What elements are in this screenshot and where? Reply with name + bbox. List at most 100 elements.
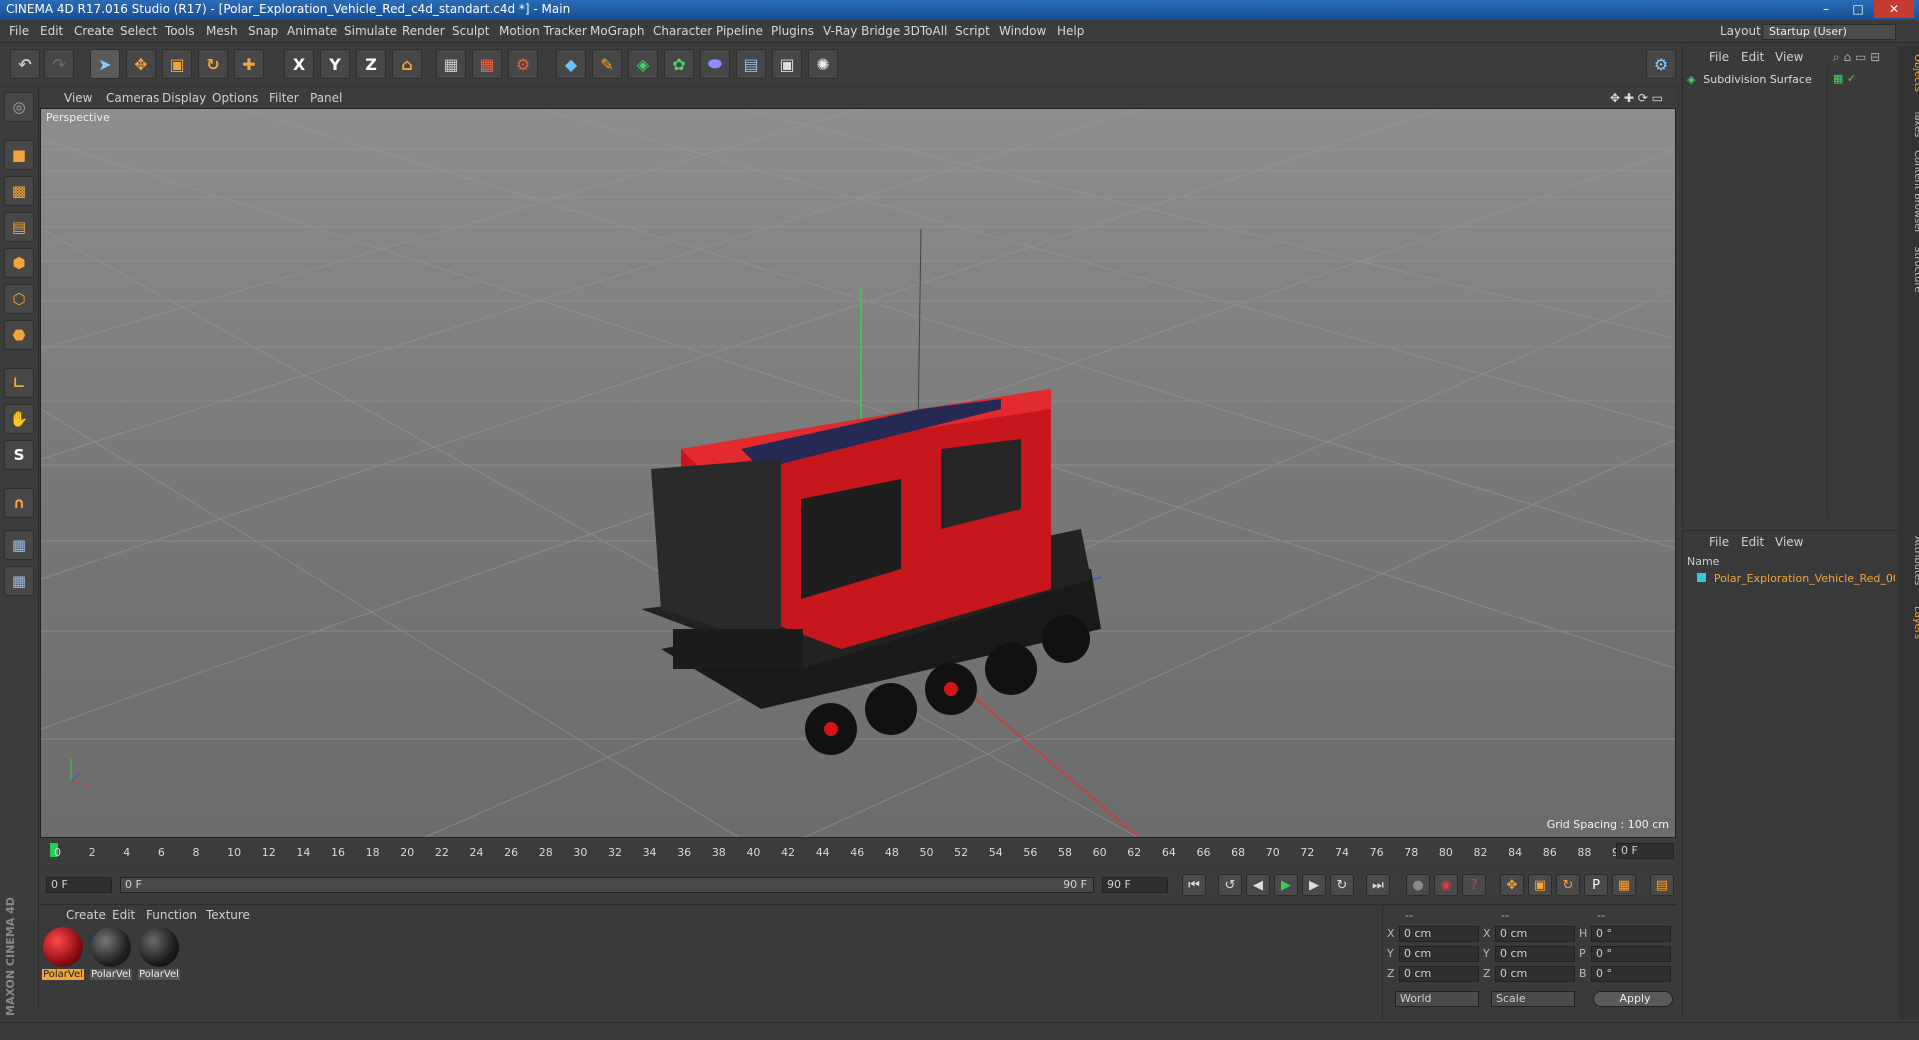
tab-content-browser[interactable]: Content Browser bbox=[1902, 150, 1919, 233]
key-pla-icon[interactable]: ▦ bbox=[1612, 874, 1636, 896]
menu-render[interactable]: Render bbox=[402, 24, 445, 38]
menu-simulate[interactable]: Simulate bbox=[344, 24, 397, 38]
subdivision-icon[interactable]: ◈ bbox=[628, 49, 658, 79]
play-icon[interactable]: ▶ bbox=[1274, 874, 1298, 896]
end-frame-field[interactable]: 90 F bbox=[1102, 877, 1168, 893]
model-mode-icon[interactable]: ■ bbox=[4, 140, 34, 170]
menu-vray-bridge[interactable]: V-Ray Bridge bbox=[823, 24, 900, 38]
axis-z-button[interactable]: Z bbox=[356, 49, 386, 79]
rotate-icon[interactable]: ↻ bbox=[198, 49, 228, 79]
polygons-mode-icon[interactable]: ⬣ bbox=[4, 320, 34, 350]
size-mode-select[interactable]: Scale bbox=[1491, 991, 1575, 1007]
viewport-camera-label[interactable]: Perspective bbox=[46, 111, 110, 124]
key-parameter-icon[interactable]: P bbox=[1584, 874, 1608, 896]
undo-icon[interactable]: ↶ bbox=[10, 49, 40, 79]
snap-icon[interactable]: S bbox=[4, 440, 34, 470]
next-frame-icon[interactable]: ▶ bbox=[1302, 874, 1326, 896]
render-view-icon[interactable]: ▦ bbox=[436, 49, 466, 79]
scale-icon[interactable]: ▣ bbox=[162, 49, 192, 79]
key-position-icon[interactable]: ✥ bbox=[1500, 874, 1524, 896]
size-x-field[interactable]: 0 cm bbox=[1495, 926, 1575, 942]
points-mode-icon[interactable]: ⬢ bbox=[4, 248, 34, 278]
material-swatch-3[interactable]: PolarVel bbox=[138, 927, 180, 980]
material-menu-texture[interactable]: Texture bbox=[206, 908, 250, 922]
objects-menu-view[interactable]: View bbox=[1775, 50, 1803, 64]
axis-mode-icon[interactable]: ∟ bbox=[4, 368, 34, 398]
menu-character[interactable]: Character bbox=[653, 24, 712, 38]
minimize-button[interactable]: – bbox=[1810, 0, 1842, 18]
camera-icon[interactable]: ▣ bbox=[772, 49, 802, 79]
viewport-menu-options[interactable]: Options bbox=[212, 91, 258, 105]
keyframe-selection-icon[interactable]: ? bbox=[1462, 874, 1486, 896]
menu-edit[interactable]: Edit bbox=[40, 24, 63, 38]
current-frame-field[interactable]: 0 F bbox=[1616, 843, 1674, 859]
position-y-field[interactable]: 0 cm bbox=[1399, 946, 1479, 962]
material-swatch-1[interactable]: PolarVel bbox=[42, 927, 84, 980]
key-scale-icon[interactable]: ▣ bbox=[1528, 874, 1552, 896]
coordinate-system-icon[interactable]: ⌂ bbox=[392, 49, 422, 79]
rotation-h-field[interactable]: 0 ° bbox=[1591, 926, 1671, 942]
python-icon[interactable]: ⚙ bbox=[1646, 49, 1676, 79]
magnet-icon[interactable]: ∩ bbox=[4, 488, 34, 518]
go-to-start-icon[interactable]: ⏮ bbox=[1182, 874, 1206, 896]
menu-3dtoall[interactable]: 3DToAll bbox=[903, 24, 947, 38]
timeline-ruler[interactable]: 0 2 4 6 8 10 12 14 16 18 20 22 24 26 28 30 32 34 36 38 40 42 4… bbox=[40, 838, 1676, 864]
position-x-field[interactable]: 0 cm bbox=[1399, 926, 1479, 942]
axis-x-button[interactable]: X bbox=[284, 49, 314, 79]
next-key-icon[interactable]: ↻ bbox=[1330, 874, 1354, 896]
menu-motion-tracker[interactable]: Motion Tracker bbox=[499, 24, 587, 38]
layer-row[interactable]: Polar_Exploration_Vehicle_Red_00 bbox=[1697, 571, 1895, 587]
move-icon[interactable]: ✥ bbox=[126, 49, 156, 79]
render-settings-icon[interactable]: ⚙ bbox=[508, 49, 538, 79]
menu-pipeline[interactable]: Pipeline bbox=[716, 24, 763, 38]
viewport-nav-icons[interactable]: ✥ ✚ ⟳ ▭ bbox=[1610, 91, 1663, 105]
autokey-icon[interactable]: ◉ bbox=[1434, 874, 1458, 896]
edges-mode-icon[interactable]: ⬡ bbox=[4, 284, 34, 314]
viewport-menu-filter[interactable]: Filter bbox=[269, 91, 299, 105]
objects-menu-edit[interactable]: Edit bbox=[1741, 50, 1764, 64]
viewport-menu-panel[interactable]: Panel bbox=[310, 91, 342, 105]
material-swatch-2[interactable]: PolarVel bbox=[90, 927, 132, 980]
viewport-menu-cameras[interactable]: Cameras bbox=[106, 91, 159, 105]
coordinate-space-select[interactable]: World bbox=[1395, 991, 1479, 1007]
viewport-menu-display[interactable]: Display bbox=[162, 91, 206, 105]
menu-plugins[interactable]: Plugins bbox=[771, 24, 814, 38]
position-z-field[interactable]: 0 cm bbox=[1399, 966, 1479, 982]
menu-tools[interactable]: Tools bbox=[165, 24, 195, 38]
menu-help[interactable]: Help bbox=[1057, 24, 1084, 38]
planar-workplane-icon[interactable]: ▦ bbox=[4, 566, 34, 596]
layers-menu-view[interactable]: View bbox=[1775, 535, 1803, 549]
render-picture-viewer-icon[interactable]: ▦ bbox=[472, 49, 502, 79]
recent-tool-icon[interactable]: ✚ bbox=[234, 49, 264, 79]
menu-script[interactable]: Script bbox=[955, 24, 990, 38]
menu-file[interactable]: File bbox=[9, 24, 29, 38]
object-visibility-check-icon[interactable]: ▦ ✓ bbox=[1833, 72, 1856, 85]
tab-layers[interactable]: Layers bbox=[1902, 606, 1919, 639]
pen-spline-icon[interactable]: ✎ bbox=[592, 49, 622, 79]
axis-y-button[interactable]: Y bbox=[320, 49, 350, 79]
menu-mesh[interactable]: Mesh bbox=[206, 24, 238, 38]
size-z-field[interactable]: 0 cm bbox=[1495, 966, 1575, 982]
light-icon[interactable]: ✺ bbox=[808, 49, 838, 79]
tab-takes[interactable]: Takes bbox=[1902, 110, 1919, 137]
material-menu-edit[interactable]: Edit bbox=[112, 908, 135, 922]
rotation-p-field[interactable]: 0 ° bbox=[1591, 946, 1671, 962]
lock-workplane-icon[interactable]: ▦ bbox=[4, 530, 34, 560]
texture-mode-icon[interactable]: ▩ bbox=[4, 176, 34, 206]
objects-menu-file[interactable]: File bbox=[1709, 50, 1729, 64]
tab-structure[interactable]: Structure bbox=[1902, 246, 1919, 293]
layout-select[interactable]: Startup (User) bbox=[1762, 24, 1896, 40]
workplane-icon[interactable]: ▤ bbox=[4, 212, 34, 242]
maximize-button[interactable]: □ bbox=[1842, 0, 1874, 18]
menu-window[interactable]: Window bbox=[999, 24, 1046, 38]
menu-create[interactable]: Create bbox=[74, 24, 114, 38]
cube-icon[interactable]: ◆ bbox=[556, 49, 586, 79]
menu-sculpt[interactable]: Sculpt bbox=[452, 24, 489, 38]
menu-mograph[interactable]: MoGraph bbox=[590, 24, 645, 38]
close-button[interactable]: ✕ bbox=[1874, 0, 1914, 18]
deformer-icon[interactable]: ⬬ bbox=[700, 49, 730, 79]
menu-snap[interactable]: Snap bbox=[248, 24, 278, 38]
pointer-icon[interactable]: ➤ bbox=[90, 49, 120, 79]
record-keys-icon[interactable]: ● bbox=[1406, 874, 1430, 896]
start-frame-field[interactable]: 0 F bbox=[46, 877, 112, 893]
